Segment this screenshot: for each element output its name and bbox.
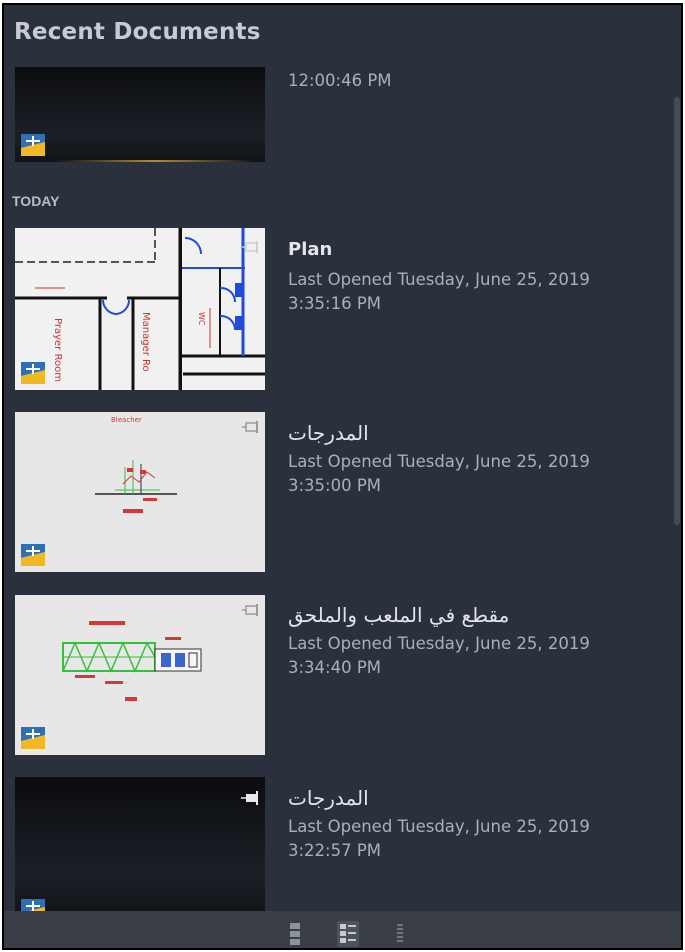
dwg-file-icon	[21, 727, 45, 749]
plan-room-label: WC	[197, 312, 206, 326]
truss-drawing	[62, 621, 202, 701]
document-thumbnail[interactable]	[15, 777, 265, 915]
document-name[interactable]: مقطع في الملعب والملحق	[288, 603, 509, 627]
document-thumbnail[interactable]	[15, 595, 265, 755]
document-last-opened: Last Opened Tuesday, June 25, 2019	[288, 452, 590, 471]
document-last-opened: Last Opened Tuesday, June 25, 2019	[288, 817, 590, 836]
dwg-file-icon	[21, 544, 45, 566]
document-thumbnail[interactable]	[15, 67, 265, 162]
document-last-opened: Last Opened Tuesday, June 25, 2019	[288, 634, 590, 653]
document-thumbnail[interactable]: Prayer Room Manager Ro WC	[15, 228, 265, 390]
document-time: 12:00:46 PM	[288, 71, 392, 90]
plan-room-label: Manager Ro	[140, 312, 151, 372]
document-last-opened: Last Opened Tuesday, June 25, 2019	[288, 270, 590, 289]
document-name[interactable]: المدرجات	[288, 786, 369, 810]
group-header-today: TODAY	[12, 193, 60, 209]
panel-title: Recent Documents	[14, 19, 261, 45]
small-list-view-icon[interactable]	[389, 921, 411, 947]
large-icons-view-icon[interactable]	[284, 921, 306, 947]
pin-icon[interactable]	[241, 420, 261, 434]
dwg-file-icon	[21, 134, 45, 156]
scrollbar-thumb[interactable]	[674, 97, 680, 525]
list-details-view-icon[interactable]	[337, 921, 359, 947]
thumbnail-glow	[55, 160, 255, 162]
section-caption: Bleacher	[111, 416, 142, 424]
dwg-file-icon	[21, 362, 45, 384]
pin-icon[interactable]	[241, 603, 261, 617]
document-name[interactable]: المدرجات	[288, 421, 369, 445]
document-time: 3:22:57 PM	[288, 841, 382, 860]
recent-documents-panel: Recent Documents 12:00:46 PM TODAY Praye…	[2, 3, 683, 950]
document-time: 3:34:40 PM	[288, 658, 382, 677]
floor-plan-drawing: Prayer Room Manager Ro WC	[15, 228, 265, 390]
view-mode-bar	[2, 911, 683, 950]
document-name[interactable]: Plan	[288, 239, 332, 260]
section-drawing: Bleacher	[95, 416, 177, 513]
document-time: 3:35:16 PM	[288, 294, 382, 313]
pin-icon[interactable]	[241, 240, 261, 254]
pinned-icon[interactable]	[241, 791, 261, 805]
document-time: 3:35:00 PM	[288, 476, 382, 495]
plan-room-label: Prayer Room	[52, 318, 63, 382]
document-thumbnail[interactable]: Bleacher	[15, 412, 265, 572]
